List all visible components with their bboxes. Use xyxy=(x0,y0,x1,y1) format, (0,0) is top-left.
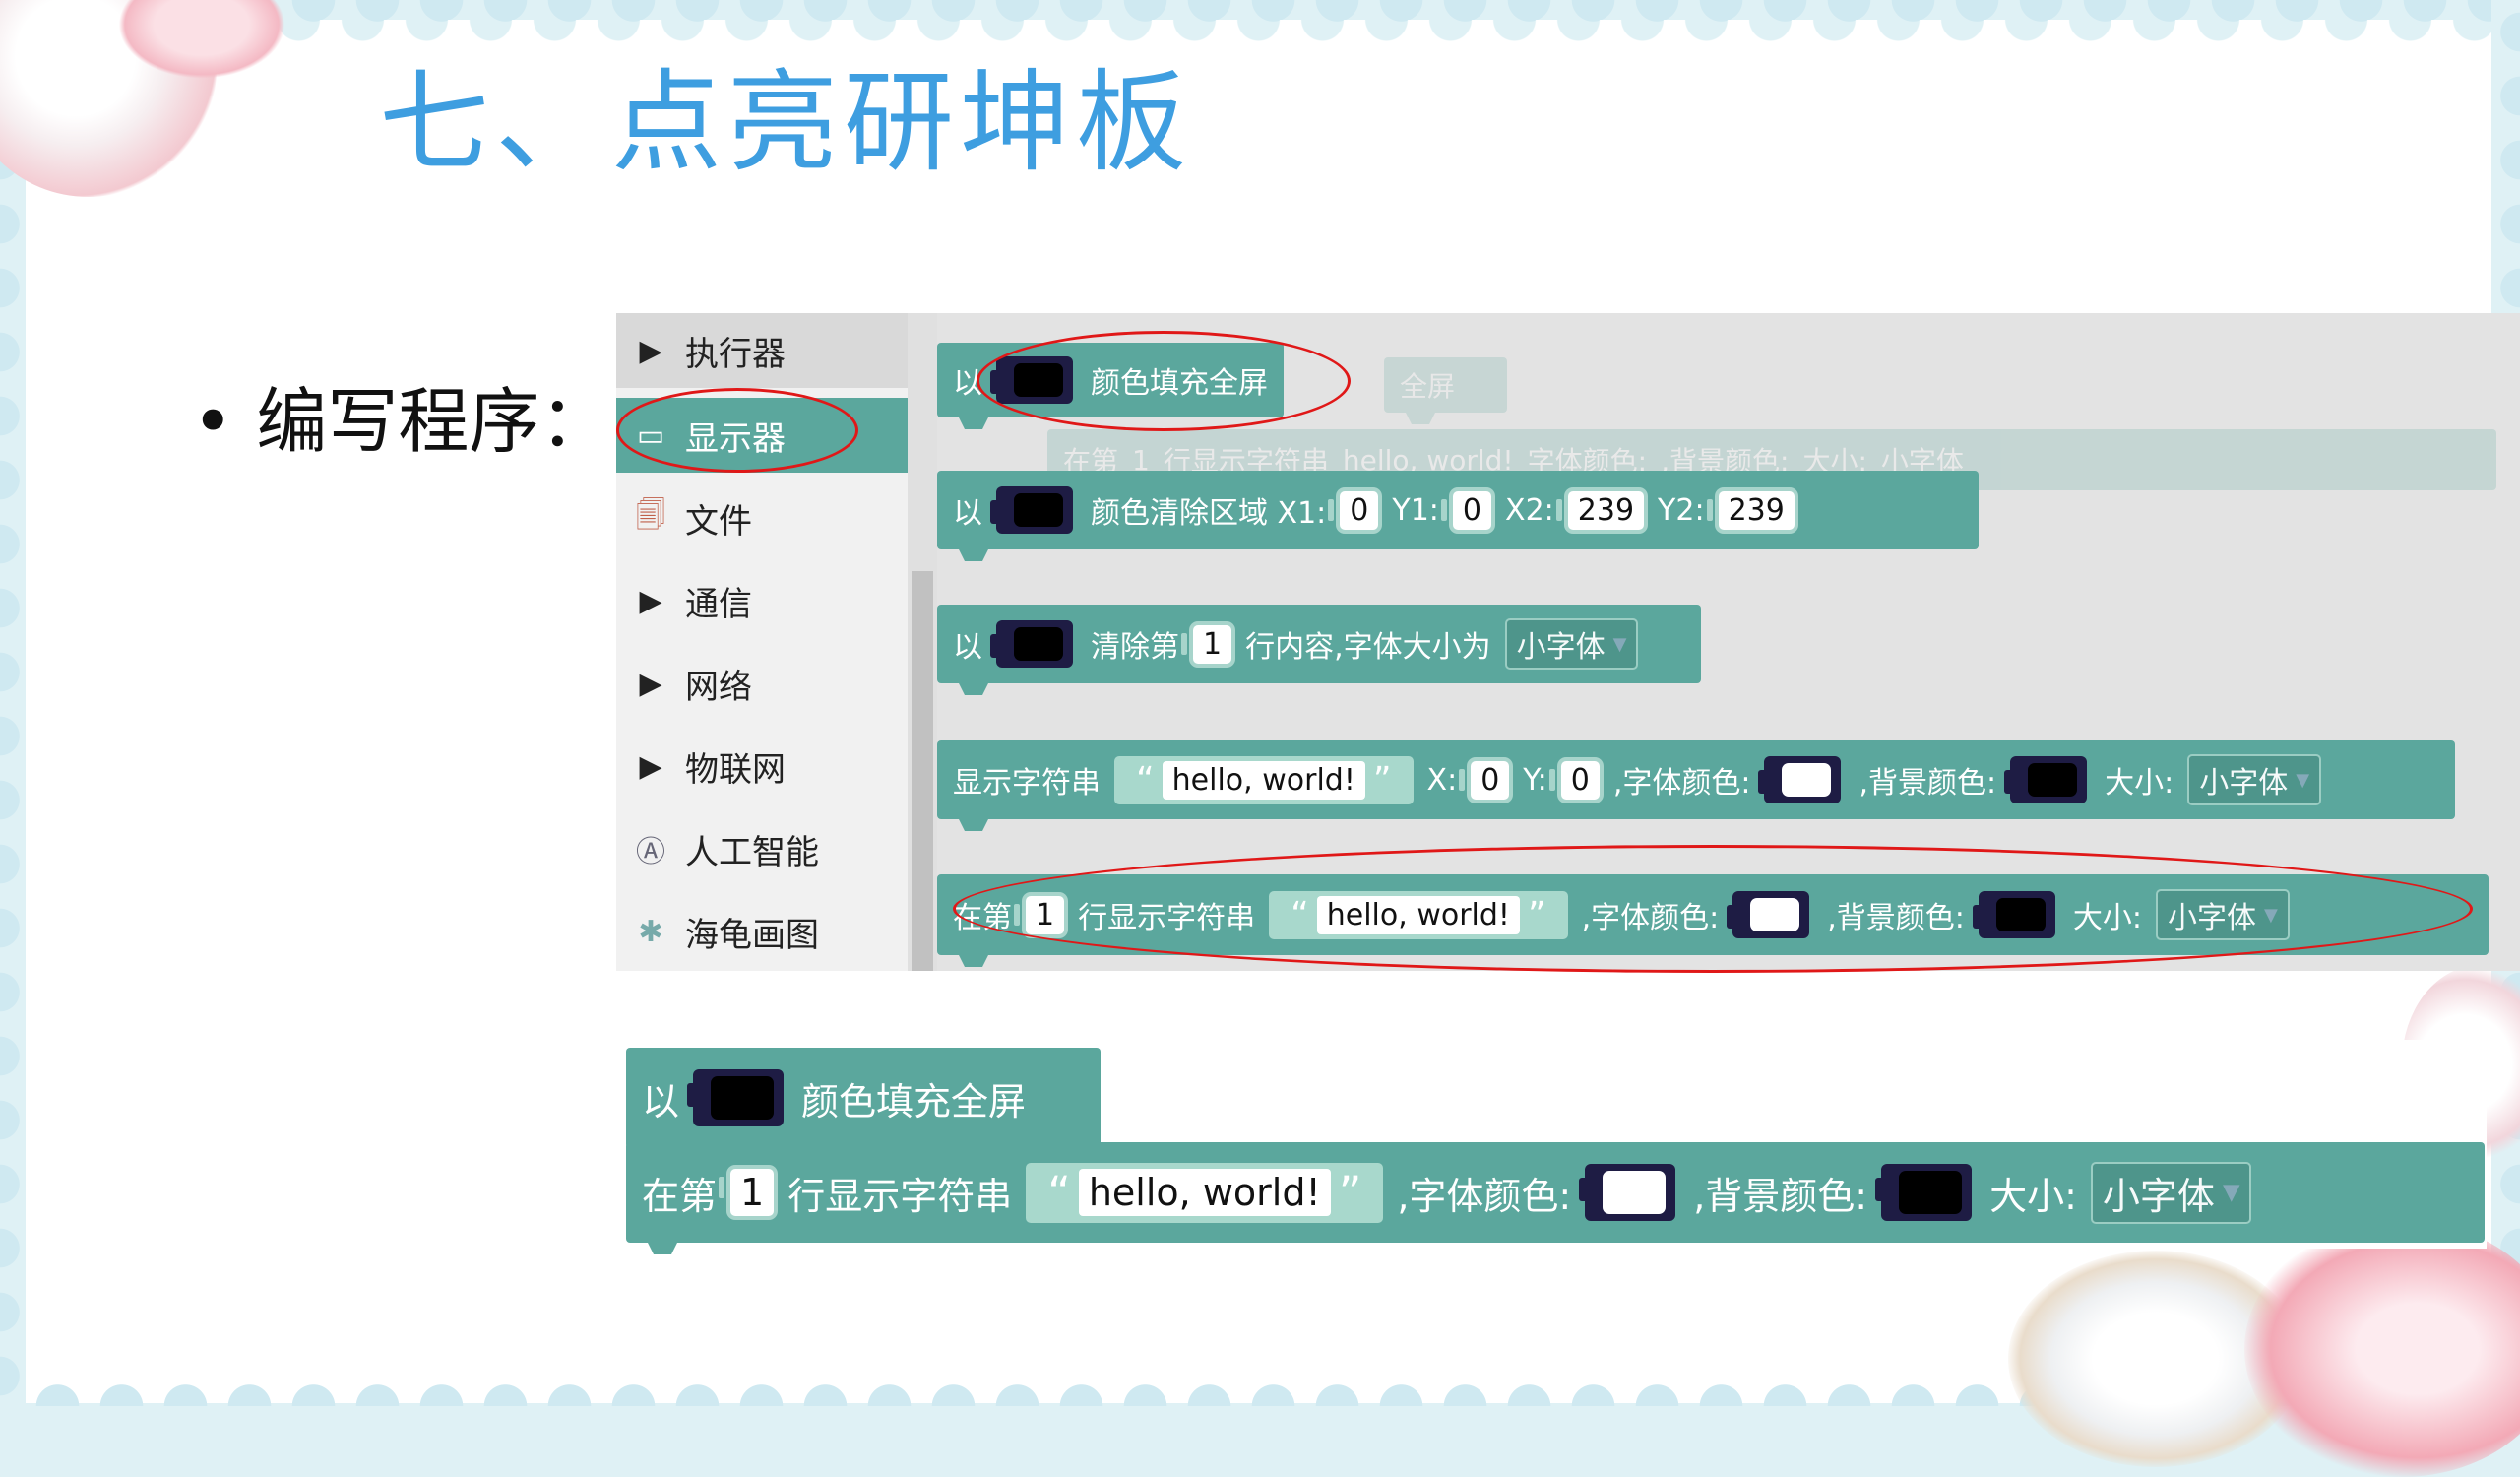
slide-title: 七、点亮研坤板 xyxy=(379,59,1192,187)
file-icon: 🗐 xyxy=(636,497,665,533)
color-swatch xyxy=(1782,763,1832,797)
sidebar-item-file[interactable]: 🗐 文件 xyxy=(616,481,908,555)
quote-open: “ xyxy=(1136,759,1155,801)
font-color-picker[interactable] xyxy=(1579,1164,1676,1221)
color-swatch xyxy=(1603,1171,1667,1214)
bg-color-label: ,背景颜色: xyxy=(1858,766,1997,801)
color-swatch xyxy=(1014,493,1063,527)
dropdown-value: 小字体 xyxy=(1516,630,1606,665)
play-triangle-icon: ▶ xyxy=(639,748,662,784)
quote-open: “ xyxy=(1047,1166,1071,1219)
string-input[interactable]: “ hello, world! ” xyxy=(1114,755,1414,804)
block-text: 行显示字符串 xyxy=(788,1174,1013,1218)
color-swatch xyxy=(1014,627,1063,661)
sidebar-item-turtle[interactable]: ✱ 海龟画图 xyxy=(616,894,908,969)
string-value: hello, world! xyxy=(1078,1169,1331,1216)
color-swatch xyxy=(2028,763,2078,797)
block-line-string-large[interactable]: 在第 1 行显示字符串 “ hello, world! ” ,字体颜色: ,背景… xyxy=(626,1142,2485,1243)
string-input[interactable]: “ hello, world! ” xyxy=(1026,1162,1384,1223)
sidebar-item-label: 网络 xyxy=(685,667,752,707)
sidebar-item-label: 物联网 xyxy=(685,749,786,790)
sidebar-item-network[interactable]: ▶ 网络 xyxy=(616,646,908,721)
y-input[interactable]: 0 xyxy=(1548,760,1600,800)
font-size-dropdown[interactable]: 小字体 ▼ xyxy=(1504,618,1639,670)
y1-label: Y1: xyxy=(1392,492,1439,528)
block-text: 清除第 xyxy=(1091,630,1179,665)
highlight-circle-line-block xyxy=(953,845,2473,973)
x2-input[interactable]: 239 xyxy=(1555,490,1645,530)
x1-input[interactable]: 0 xyxy=(1328,490,1379,530)
quote-close: ” xyxy=(1338,1166,1362,1219)
bullet-text: • 编写程序： xyxy=(192,380,611,463)
ghost-block: 全屏 xyxy=(1384,357,1507,413)
font-size-dropdown[interactable]: 小字体 ▼ xyxy=(2090,1161,2252,1224)
block-text: 显示字符串 xyxy=(953,766,1101,801)
y-label: Y: xyxy=(1523,762,1547,798)
block-text: 颜色清除区域 X1: xyxy=(1091,496,1327,531)
color-swatch xyxy=(711,1076,775,1120)
string-value: hello, world! xyxy=(1162,760,1365,800)
line-input[interactable]: 1 xyxy=(1180,624,1232,664)
sidebar-item-label: 人工智能 xyxy=(685,832,819,872)
bg-color-picker[interactable] xyxy=(1875,1164,1973,1221)
highlight-circle-sidebar xyxy=(616,388,858,473)
chevron-down-icon: ▼ xyxy=(2222,1180,2240,1205)
color-picker[interactable] xyxy=(990,620,1073,668)
font-color-label: ,字体颜色: xyxy=(1612,766,1751,801)
dropdown-value: 小字体 xyxy=(2102,1174,2215,1218)
sidebar-item-actuator[interactable]: ▶ 执行器 xyxy=(616,313,908,388)
ai-icon: Ⓐ xyxy=(636,835,665,869)
size-label: 大小: xyxy=(1989,1174,2077,1218)
sidebar-scrollbar-thumb[interactable] xyxy=(912,571,933,971)
sidebar-item-label: 文件 xyxy=(685,501,752,542)
block-prefix: 在第 xyxy=(642,1174,718,1218)
block-show-string[interactable]: 显示字符串 “ hello, world! ” X: 0 Y: 0 ,字体颜色:… xyxy=(937,740,2455,819)
play-triangle-icon: ▶ xyxy=(639,333,662,368)
program-area: 以 颜色填充全屏 在第 1 行显示字符串 “ hello, world! ” ,… xyxy=(626,1040,2487,1249)
sidebar-item-label: 通信 xyxy=(685,584,752,624)
font-color-label: ,字体颜色: xyxy=(1397,1174,1572,1218)
sidebar-item-label: 海龟画图 xyxy=(685,915,819,955)
turtle-icon: ✱ xyxy=(638,914,663,949)
dropdown-value: 小字体 xyxy=(2199,766,2289,801)
block-prefix: 以 xyxy=(642,1079,680,1124)
bg-color-picker[interactable] xyxy=(2004,756,2088,803)
play-triangle-icon: ▶ xyxy=(639,583,662,618)
highlight-circle-fill-block xyxy=(976,331,1351,431)
chevron-down-icon: ▼ xyxy=(1612,633,1627,655)
quote-close: ” xyxy=(1372,759,1392,801)
y1-input[interactable]: 0 xyxy=(1440,490,1492,530)
color-swatch xyxy=(1899,1171,1963,1214)
y2-input[interactable]: 239 xyxy=(1706,490,1795,530)
block-clear-line[interactable]: 以 清除第 1 行内容,字体大小为 小字体 ▼ xyxy=(937,605,1701,683)
play-triangle-icon: ▶ xyxy=(639,666,662,701)
x-label: X: xyxy=(1426,762,1458,798)
block-prefix: 以 xyxy=(953,630,982,665)
size-label: 大小: xyxy=(2105,766,2174,801)
color-picker[interactable] xyxy=(990,486,1073,534)
block-text: 行内容,字体大小为 xyxy=(1245,630,1491,665)
sidebar-item-communication[interactable]: ▶ 通信 xyxy=(616,563,908,638)
bg-color-label: ,背景颜色: xyxy=(1693,1174,1868,1218)
sidebar-item-ai[interactable]: Ⓐ 人工智能 xyxy=(616,811,908,886)
font-color-picker[interactable] xyxy=(1758,756,1842,803)
x-input[interactable]: 0 xyxy=(1459,760,1510,800)
chevron-down-icon: ▼ xyxy=(2296,769,2310,791)
block-prefix: 以 xyxy=(953,496,982,531)
color-picker[interactable] xyxy=(687,1069,785,1126)
ghost-text: 全屏 xyxy=(1400,370,1456,403)
sidebar-item-label: 执行器 xyxy=(685,334,786,374)
sidebar-item-iot[interactable]: ▶ 物联网 xyxy=(616,729,908,803)
line-input[interactable]: 1 xyxy=(718,1169,775,1216)
block-clear-area[interactable]: 以 颜色清除区域 X1: 0 Y1: 0 X2: 239 Y2: 239 xyxy=(937,471,1979,549)
y2-label: Y2: xyxy=(1658,492,1705,528)
block-text: 颜色填充全屏 xyxy=(801,1079,1027,1124)
x2-label: X2: xyxy=(1505,492,1554,528)
font-size-dropdown[interactable]: 小字体 ▼ xyxy=(2187,754,2322,805)
block-fill-screen-large[interactable]: 以 颜色填充全屏 xyxy=(626,1048,1101,1148)
